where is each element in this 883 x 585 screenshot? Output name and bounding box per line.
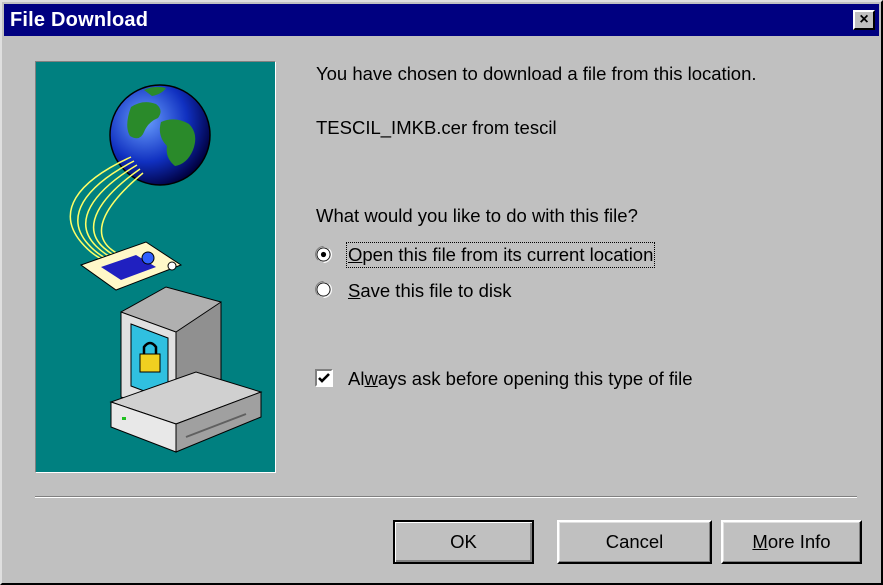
dialog-title: File Download: [10, 9, 149, 31]
cancel-button[interactable]: Cancel: [557, 520, 712, 564]
checkmark-icon: [318, 373, 330, 383]
close-button[interactable]: ×: [853, 10, 875, 30]
separator: [35, 496, 857, 498]
save-option-label[interactable]: Save this file to disk: [348, 280, 512, 302]
download-illustration: [35, 61, 276, 473]
question-text: What would you like to do with this file…: [316, 205, 638, 226]
open-radio[interactable]: [315, 246, 332, 263]
intro-text: You have chosen to download a file from …: [316, 63, 757, 84]
always-ask-label[interactable]: Always ask before opening this type of f…: [348, 368, 693, 390]
globe-computer-icon: [69, 84, 263, 453]
file-download-dialog: File Download × You have chosen to downl…: [0, 0, 883, 585]
title-bar[interactable]: File Download ×: [4, 4, 879, 36]
more-info-button[interactable]: More Info: [721, 520, 862, 564]
open-option-label[interactable]: Open this file from its current location: [345, 242, 656, 268]
always-ask-checkbox[interactable]: [315, 369, 333, 387]
file-source-text: TESCIL_IMKB.cer from tescil: [316, 117, 557, 138]
save-radio[interactable]: [315, 281, 332, 298]
ok-button[interactable]: OK: [393, 520, 534, 564]
